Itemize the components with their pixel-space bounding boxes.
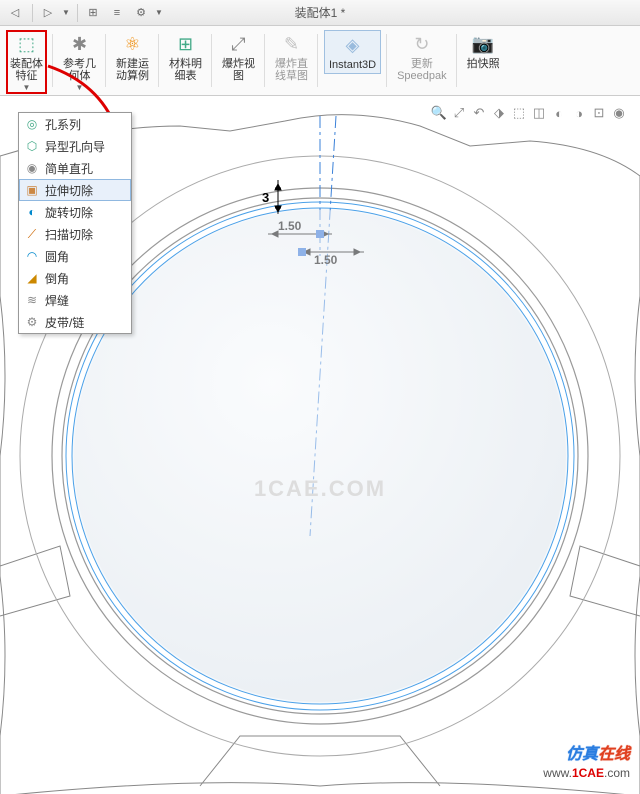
exploded-line-icon: ✎	[278, 32, 306, 56]
menu-label: 简单直孔	[45, 160, 93, 177]
chevron-down-icon: ▼	[23, 83, 31, 92]
motion-study-icon: ⚛	[119, 32, 147, 56]
separator	[77, 4, 78, 22]
appearance-icon[interactable]: ◑	[570, 104, 588, 122]
dropdown-item-1[interactable]: ⬡异型孔向导	[19, 135, 131, 157]
reference-geometry-icon: ✱	[66, 32, 94, 56]
instant3d-icon: ◈	[339, 33, 367, 57]
label: 爆炸直 线草图	[275, 58, 308, 82]
url-www: www.	[543, 766, 572, 780]
exploded-line-sketch-button[interactable]: ✎ 爆炸直 线草图	[271, 30, 312, 84]
url-domain: 1CAE	[572, 766, 604, 780]
zoom-fit-icon[interactable]: 🔍	[430, 104, 448, 122]
instant3d-button[interactable]: ◈ Instant3D	[324, 30, 381, 74]
menu-icon: ◎	[23, 115, 41, 133]
menu-icon: ◠	[23, 247, 41, 265]
label: 参考几 何体	[63, 58, 96, 82]
dropdown-item-6[interactable]: ◠圆角	[19, 245, 131, 267]
update-speedpak-button[interactable]: ↻ 更新 Speedpak	[393, 30, 451, 84]
separator	[32, 4, 33, 22]
back-icon[interactable]: ◁	[4, 2, 26, 24]
menu-label: 旋转切除	[45, 204, 93, 221]
scene-icon[interactable]: ⊡	[590, 104, 608, 122]
dropdown-item-9[interactable]: ⚙皮带/链	[19, 311, 131, 333]
speedpak-icon: ↻	[408, 32, 436, 56]
display-style-icon[interactable]: ◫	[530, 104, 548, 122]
dropdown-item-7[interactable]: ◢倒角	[19, 267, 131, 289]
dropdown-item-4[interactable]: ◐旋转切除	[19, 201, 131, 223]
url-tld: .com	[604, 766, 630, 780]
dropdown-item-8[interactable]: ≋焊缝	[19, 289, 131, 311]
new-motion-study-button[interactable]: ⚛ 新建运 动算例	[112, 30, 153, 84]
menu-icon: ◐	[23, 203, 41, 221]
select-icon[interactable]: ▷	[37, 2, 59, 24]
window-title: 装配体1 *	[295, 4, 346, 21]
menu-icon: ≋	[23, 291, 41, 309]
ribbon: ⬚ 装配体 特征 ▼ ✱ 参考几 何体 ▼ ⚛ 新建运 动算例 ⊞ 材料明 细表…	[0, 26, 640, 96]
settings-icon[interactable]: ⚙	[130, 2, 152, 24]
exploded-view-button[interactable]: ⤢ 爆炸视 图	[218, 30, 259, 84]
hide-show-icon[interactable]: ◐	[550, 104, 568, 122]
menu-label: 扫描切除	[45, 226, 93, 243]
menu-label: 焊缝	[45, 292, 69, 309]
label: 装配体 特征	[10, 58, 43, 82]
reference-geometry-button[interactable]: ✱ 参考几 何体 ▼	[59, 30, 100, 94]
menu-label: 孔系列	[45, 116, 81, 133]
label: Instant3D	[329, 59, 376, 71]
label: 拍快照	[467, 58, 500, 70]
brand-part2: 在线	[598, 746, 630, 763]
assembly-features-icon: ⬚	[13, 32, 41, 56]
orientation-icon[interactable]: ⬚	[510, 104, 528, 122]
menu-icon: ⟋	[23, 225, 41, 243]
menu-icon: ▣	[23, 181, 41, 199]
camera-icon: 📷	[469, 32, 497, 56]
menu-icon: ◉	[23, 159, 41, 177]
dropdown-item-3[interactable]: ▣拉伸切除	[19, 179, 131, 201]
assembly-features-dropdown: ◎孔系列⬡异型孔向导◉简单直孔▣拉伸切除◐旋转切除⟋扫描切除◠圆角◢倒角≋焊缝⚙…	[18, 112, 132, 334]
menu-label: 倒角	[45, 270, 69, 287]
menu-label: 皮带/链	[45, 314, 84, 331]
exploded-view-icon: ⤢	[225, 32, 253, 56]
zoom-area-icon[interactable]: ⤢	[450, 104, 468, 122]
render-icon[interactable]: ◉	[610, 104, 628, 122]
take-photo-button[interactable]: 📷 拍快照	[463, 30, 504, 72]
chevron-down-icon: ▼	[76, 83, 84, 92]
brand-part1: 仿真	[566, 746, 598, 763]
label: 更新 Speedpak	[397, 58, 447, 82]
list-icon[interactable]: ≡	[106, 2, 128, 24]
dropdown-item-5[interactable]: ⟋扫描切除	[19, 223, 131, 245]
prev-view-icon[interactable]: ↶	[470, 104, 488, 122]
menu-icon: ◢	[23, 269, 41, 287]
menu-icon: ⚙	[23, 313, 41, 331]
dimension-1: 3	[262, 190, 269, 205]
toolbox-icon[interactable]: ⊞	[82, 2, 104, 24]
section-view-icon[interactable]: ⬗	[490, 104, 508, 122]
dropdown-icon[interactable]: ▼	[154, 2, 164, 24]
bom-button[interactable]: ⊞ 材料明 细表	[165, 30, 206, 84]
label: 材料明 细表	[169, 58, 202, 82]
assembly-features-button[interactable]: ⬚ 装配体 特征 ▼	[6, 30, 47, 94]
menu-icon: ⬡	[23, 137, 41, 155]
label: 新建运 动算例	[116, 58, 149, 82]
menu-label: 异型孔向导	[45, 138, 105, 155]
watermark-center: 1CAE.COM	[254, 476, 386, 502]
label: 爆炸视 图	[222, 58, 255, 82]
dropdown-item-0[interactable]: ◎孔系列	[19, 113, 131, 135]
quick-access-toolbar: ◁ ▷ ▼ ⊞ ≡ ⚙ ▼ 装配体1 *	[0, 0, 640, 26]
watermark-brand: 仿真在线 www.1CAE.com	[543, 740, 630, 780]
dropdown-item-2[interactable]: ◉简单直孔	[19, 157, 131, 179]
view-toolbar: 🔍 ⤢ ↶ ⬗ ⬚ ◫ ◐ ◑ ⊡ ◉	[428, 102, 630, 124]
menu-label: 拉伸切除	[45, 182, 93, 199]
bom-icon: ⊞	[172, 32, 200, 56]
menu-label: 圆角	[45, 248, 69, 265]
dropdown-icon[interactable]: ▼	[61, 2, 71, 24]
